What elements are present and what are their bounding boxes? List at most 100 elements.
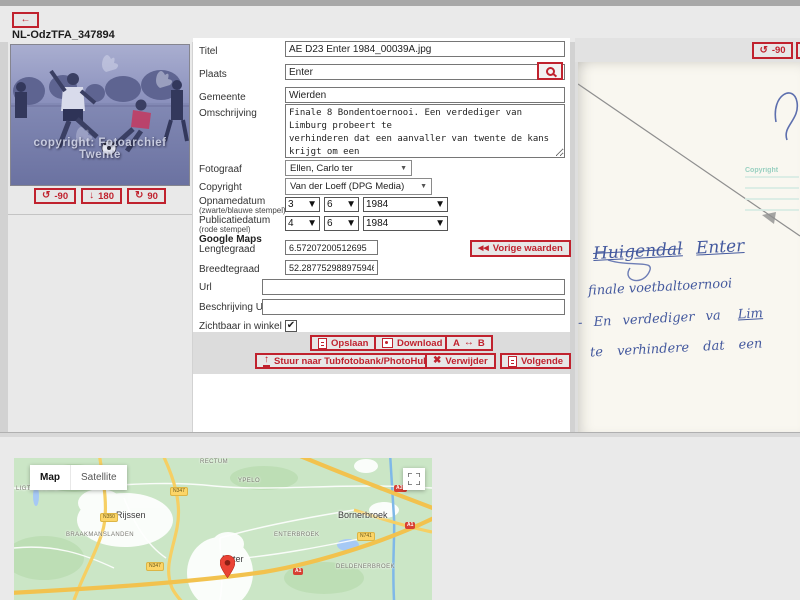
volgende-button[interactable]: Volgende: [500, 353, 571, 369]
breedtegraad-input[interactable]: [285, 260, 378, 275]
beschrijving-url-label: Beschrijving Url: [199, 302, 268, 313]
map-place-label: ENTERBROEK: [274, 532, 319, 538]
url-label: Url: [199, 282, 212, 293]
plaats-search-button[interactable]: [537, 62, 563, 80]
chevron-down-icon: ▼: [420, 183, 427, 190]
copyright-watermark: copyright: Fotoarchief Twente: [11, 137, 189, 161]
stuur-naar-fotobank-button[interactable]: ↑ Stuur naar Tubfotobank/PhotoHub: [255, 353, 437, 369]
gemeente-input[interactable]: [285, 87, 565, 103]
scan-rotate-cw-button-clipped[interactable]: ↻: [796, 42, 800, 59]
zichtbaar-checkbox[interactable]: ✔: [285, 320, 297, 332]
arrow-down-icon: ↓: [89, 191, 94, 201]
fullscreen-button[interactable]: [403, 468, 425, 490]
double-left-arrow-icon: ◀◀: [478, 245, 489, 252]
publicatie-year-select[interactable]: 1984▼: [363, 216, 448, 231]
top-strip: [0, 0, 800, 6]
rotate-cw-button[interactable]: ↻ 90: [127, 188, 166, 204]
plaats-label: Plaats: [199, 69, 227, 80]
fullscreen-icon: [408, 473, 420, 485]
swap-arrow-icon: ↔: [464, 338, 474, 348]
header-band: [0, 0, 800, 42]
beschrijving-url-input[interactable]: [262, 299, 565, 315]
publicatie-day-select[interactable]: 4▼: [285, 216, 320, 231]
map-place-label: DELDENERBROEK: [336, 564, 395, 570]
upload-icon: ↑: [263, 355, 270, 367]
copyright-select[interactable]: Van der Loeff (DPG Media) ▼: [285, 178, 432, 195]
map-place-label: RECTUM: [200, 459, 228, 465]
omschrijving-textarea[interactable]: Finale 8 Bondentoernooi. Een verdediger …: [285, 104, 565, 158]
plaats-input[interactable]: [285, 64, 565, 80]
map-town-label: Rijssen: [116, 510, 146, 520]
flip-180-button[interactable]: ↓ 180: [81, 188, 122, 204]
map-type-control: Map Satellite: [30, 465, 127, 490]
ab-compare-button[interactable]: A ↔ B: [445, 335, 493, 351]
chevron-down-icon: ▼: [400, 165, 407, 172]
vorige-waarden-button[interactable]: ◀◀ Vorige waarden: [470, 240, 571, 257]
gemeente-label: Gemeente: [199, 92, 246, 103]
map-town-label: Bornerbroek: [338, 510, 388, 520]
rotate-ccw-button[interactable]: ↺ -90: [34, 188, 76, 204]
map-place-label: YPELO: [238, 478, 260, 484]
back-button[interactable]: ←: [12, 12, 39, 28]
chevron-down-icon: ▼: [435, 218, 445, 229]
scan-rotate-ccw-button[interactable]: ↺ -90: [752, 42, 793, 59]
chevron-down-icon: ▼: [307, 218, 317, 229]
check-icon: ✔: [287, 321, 295, 331]
photo-thumbnail[interactable]: copyright: Fotoarchief Twente: [10, 44, 190, 186]
road-badge: N741: [357, 532, 375, 541]
publicatie-month-select[interactable]: 6▼: [324, 216, 359, 231]
map-pin-marker[interactable]: [220, 555, 235, 578]
download-image-icon: [382, 338, 393, 348]
opslaan-button[interactable]: Opslaan: [310, 335, 377, 351]
divider: [8, 214, 192, 215]
omschrijving-label: Omschrijving: [199, 108, 257, 119]
next-document-icon: [508, 356, 517, 367]
copyright-stamp: Copyright: [745, 167, 799, 219]
url-input[interactable]: [262, 279, 565, 295]
zichtbaar-label: Zichtbaar in winkel: [199, 321, 282, 332]
back-arrow-icon: ←: [21, 15, 31, 25]
search-icon: [546, 67, 555, 76]
opname-day-select[interactable]: 3▼: [285, 197, 320, 212]
chevron-down-icon: ▼: [435, 199, 445, 210]
lengtegraad-label: Lengtegraad: [199, 244, 255, 255]
photo-id-label: NL-OdzTFA_347894: [12, 29, 115, 41]
map-view-button[interactable]: Map: [30, 465, 70, 490]
publicatiedatum-sublabel: (rode stempel): [199, 225, 251, 234]
chevron-down-icon: ▼: [346, 199, 356, 210]
rotate-cw-icon: ↻: [135, 191, 143, 201]
rotate-ccw-icon: ↺: [759, 46, 767, 56]
scan-toolbar: ↺ -90 ↻: [575, 38, 800, 62]
scan-image[interactable]: Copyright Huigendal Enter finale voetbal…: [578, 62, 800, 432]
fotograaf-label: Fotograaf: [199, 164, 242, 175]
opnamedatum-sublabel: (zwarte/blauwe stempel): [199, 206, 286, 215]
download-button[interactable]: Download: [374, 335, 450, 351]
breedtegraad-label: Breedtegraad: [199, 264, 260, 275]
photo-panel: copyright: Fotoarchief Twente ↺ -90 ↓ 18…: [8, 42, 192, 432]
map-place-label: BRAAKMANSLANDEN: [66, 532, 134, 538]
satellite-view-button[interactable]: Satellite: [70, 465, 127, 490]
fotograaf-select[interactable]: Ellen, Carlo ter ▼: [285, 160, 412, 176]
chevron-down-icon: ▼: [346, 218, 356, 229]
photo-back-scan-panel: ↺ -90 ↻ Copyright Huigendal Enter finale…: [575, 38, 800, 432]
verwijder-button[interactable]: ✖ Verwijder: [425, 353, 496, 369]
metadata-form: Titel Plaats Gemeente Omschrijving Final…: [193, 38, 570, 432]
chevron-down-icon: ▼: [307, 199, 317, 210]
titel-input[interactable]: [285, 41, 565, 57]
titel-label: Titel: [199, 46, 218, 57]
delete-x-icon: ✖: [433, 356, 441, 366]
rotate-ccw-icon: ↺: [42, 191, 50, 201]
soccer-photo-image: [11, 45, 189, 185]
road-badge: N350: [100, 513, 118, 522]
lengtegraad-input[interactable]: [285, 240, 378, 255]
copyright-label: Copyright: [199, 182, 242, 193]
motorway-badge: A1: [293, 568, 303, 575]
opname-year-select[interactable]: 1984▼: [363, 197, 448, 212]
road-badge: N347: [170, 487, 188, 496]
opname-month-select[interactable]: 6▼: [324, 197, 359, 212]
motorway-badge: A1: [405, 522, 415, 529]
google-map[interactable]: RECTUM YPELO LIGTENBERG Rijssen BRAAKMAN…: [14, 458, 432, 600]
photo-rotate-controls: ↺ -90 ↓ 180 ↻ 90: [34, 188, 166, 204]
road-badge: N347: [146, 562, 164, 571]
save-document-icon: [318, 338, 327, 349]
